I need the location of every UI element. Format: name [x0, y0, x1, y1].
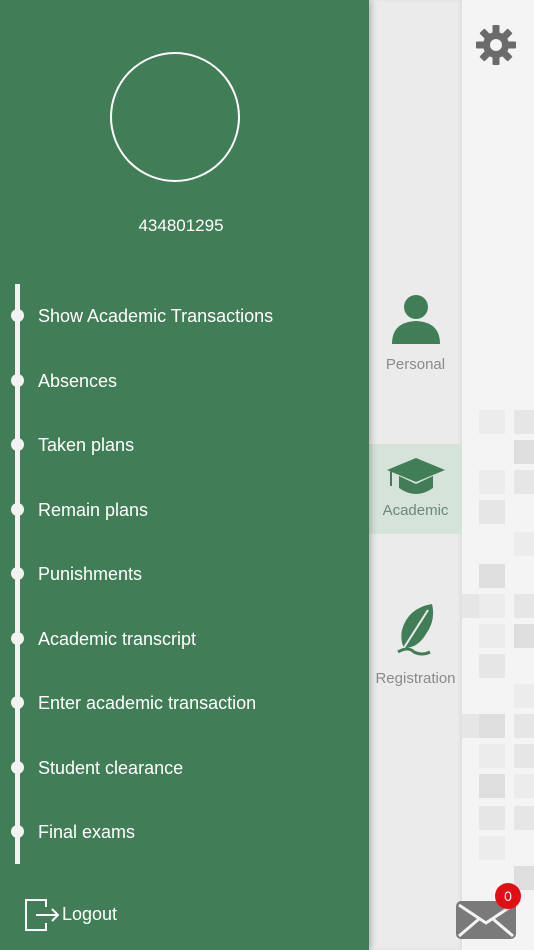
timeline-dot [11, 309, 24, 322]
menu-item-taken-plans[interactable]: Taken plans [0, 426, 360, 466]
timeline-dot [11, 567, 24, 580]
student-id: 434801295 [138, 216, 224, 235]
menu-item-label: Enter academic transaction [38, 693, 257, 713]
timeline-dot [11, 438, 24, 451]
menu-item-label: Punishments [38, 564, 143, 584]
logout-button[interactable]: Logout [24, 895, 224, 935]
timeline-dot [11, 632, 24, 645]
timeline-dot [11, 825, 24, 838]
navigation-drawer: 434801295 Show Academic Transactions Abs… [0, 0, 369, 950]
menu-item-label: Taken plans [38, 435, 135, 455]
logout-label: Logout [62, 904, 118, 924]
timeline-dot [11, 696, 24, 709]
tab-academic[interactable]: Academic [369, 444, 462, 534]
menu-item-final-exams[interactable]: Final exams [0, 813, 360, 853]
timeline-dot [11, 374, 24, 387]
menu-item-label: Absences [38, 371, 118, 391]
tab-registration[interactable]: Registration [369, 600, 462, 692]
gear-icon[interactable] [475, 24, 517, 66]
section-tab-strip: Personal Academic Registration [369, 0, 462, 950]
unread-badge: 0 [495, 883, 521, 909]
menu-item-label: Remain plans [38, 500, 149, 520]
menu-item-academic-transcript[interactable]: Academic transcript [0, 620, 360, 660]
graduation-cap-icon [386, 458, 445, 494]
feather-icon [396, 604, 433, 656]
menu-item-enter-academic-transaction[interactable]: Enter academic transaction [0, 684, 360, 724]
tab-label: Registration [375, 670, 456, 687]
person-icon [391, 295, 440, 344]
tab-label: Personal [385, 356, 446, 373]
timeline-dot [11, 761, 24, 774]
menu-item-label: Show Academic Transactions [38, 306, 274, 326]
menu-item-label: Student clearance [38, 758, 184, 778]
timeline-dot [11, 503, 24, 516]
menu-item-punishments[interactable]: Punishments [0, 555, 360, 595]
menu-item-remain-plans[interactable]: Remain plans [0, 491, 360, 531]
menu-item-show-academic-transactions[interactable]: Show Academic Transactions [0, 297, 360, 337]
tab-personal[interactable]: Personal [369, 290, 462, 380]
menu-item-student-clearance[interactable]: Student clearance [0, 749, 360, 789]
avatar[interactable] [110, 52, 240, 182]
menu-item-label: Academic transcript [38, 629, 197, 649]
menu-item-label: Final exams [38, 822, 136, 842]
menu-item-absences[interactable]: Absences [0, 362, 360, 402]
tab-label: Academic [382, 502, 449, 519]
logout-icon [25, 899, 60, 931]
